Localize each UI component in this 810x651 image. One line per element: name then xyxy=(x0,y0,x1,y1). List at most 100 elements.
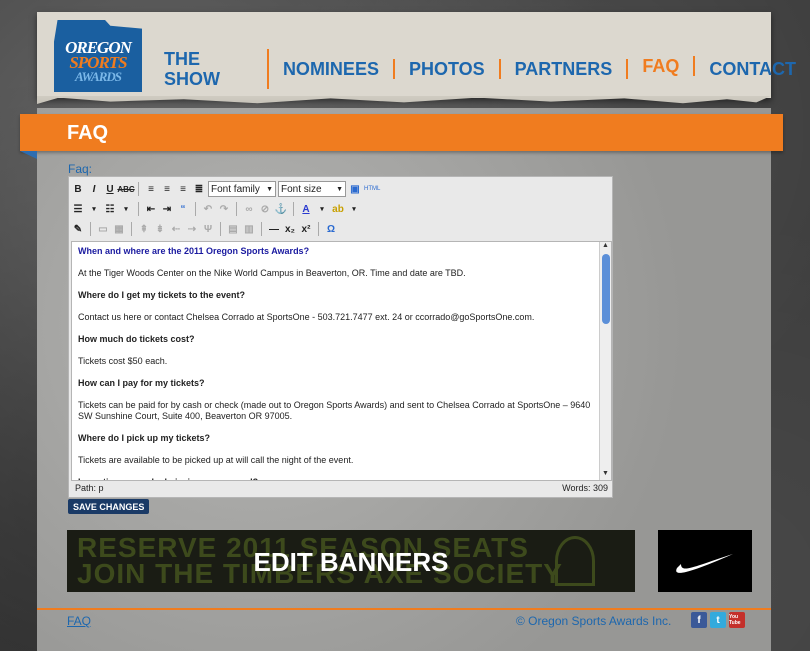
highlight-color-icon[interactable]: ab xyxy=(331,202,345,216)
redo-icon[interactable]: ↷ xyxy=(217,202,231,216)
social-links: f t You Tube xyxy=(691,612,745,628)
scroll-thumb[interactable] xyxy=(602,254,610,324)
align-center-icon[interactable]: ≡ xyxy=(160,182,174,196)
faq-answer: Tickets are available to be picked up at… xyxy=(78,455,354,465)
nike-swoosh-icon xyxy=(676,554,733,573)
strikethrough-icon[interactable]: ABC xyxy=(117,182,134,196)
editor-content-area[interactable]: When and where are the 2011 Oregon Sport… xyxy=(71,241,612,481)
faq-field-label: Faq: xyxy=(68,162,93,176)
nike-sponsor-logo[interactable] xyxy=(658,530,752,592)
toolbar-row-3: ✎ ▭ ▦ ⇞ ⇟ ⇠ ⇢ Ψ ▤ ▥ — x₂ x² Ω xyxy=(71,220,338,238)
nav-contact[interactable]: CONTACT xyxy=(695,59,810,79)
toolbar-separator xyxy=(138,202,139,216)
numbered-list-icon[interactable]: ☷ xyxy=(103,202,117,216)
align-right-icon[interactable]: ≡ xyxy=(176,182,190,196)
bullet-list-icon[interactable]: ☰ xyxy=(71,202,85,216)
copyright-text: © Oregon Sports Awards Inc. xyxy=(516,614,672,628)
row-before-icon[interactable]: ⇞ xyxy=(137,222,151,236)
faq-question: How much do tickets cost? xyxy=(78,334,195,344)
faq-answer: Tickets cost $50 each. xyxy=(78,356,168,366)
row-after-icon[interactable]: ⇟ xyxy=(153,222,167,236)
horizontal-rule-icon[interactable]: — xyxy=(267,222,281,236)
footer-divider xyxy=(37,608,771,610)
toolbar-separator xyxy=(131,222,132,236)
faq-question: How can I pay for my tickets? xyxy=(78,378,205,388)
anchor-icon[interactable]: ⚓ xyxy=(274,202,288,216)
html-label[interactable]: HTML xyxy=(364,186,380,192)
faq-question: When and where are the 2011 Oregon Sport… xyxy=(78,246,310,256)
youtube-icon[interactable]: You Tube xyxy=(729,612,745,628)
toolbar-separator xyxy=(195,202,196,216)
align-justify-icon[interactable]: ≣ xyxy=(192,182,206,196)
indent-icon[interactable]: ⇥ xyxy=(160,202,174,216)
editor-status-bar: Path: p Words: 309 xyxy=(71,483,612,497)
nav-the-show[interactable]: THE SHOW xyxy=(150,49,269,89)
italic-icon[interactable]: I xyxy=(87,182,101,196)
logo-line-3: AWARDS xyxy=(74,69,122,84)
word-count: Words: 309 xyxy=(562,483,608,493)
insert-image-icon[interactable]: ▭ xyxy=(96,222,110,236)
bold-icon[interactable]: B xyxy=(71,182,85,196)
align-left-icon[interactable]: ≡ xyxy=(144,182,158,196)
undo-icon[interactable]: ↶ xyxy=(201,202,215,216)
font-family-select[interactable]: Font family ▼ xyxy=(208,181,276,197)
toolbar-separator xyxy=(236,202,237,216)
page-title: FAQ xyxy=(67,122,109,144)
twitter-icon[interactable]: t xyxy=(710,612,726,628)
scroll-down-icon[interactable]: ▼ xyxy=(600,470,611,480)
faq-answer: Contact us here or contact Chelsea Corra… xyxy=(78,312,535,322)
superscript-icon[interactable]: x² xyxy=(299,222,313,236)
footer-faq-link[interactable]: FAQ xyxy=(67,614,91,628)
toolbar-separator xyxy=(318,222,319,236)
col-after-icon[interactable]: ⇢ xyxy=(185,222,199,236)
special-char-icon[interactable]: Ω xyxy=(324,222,338,236)
edit-banners-overlay[interactable]: EDIT BANNERS xyxy=(67,547,635,578)
toolbar-separator xyxy=(293,202,294,216)
col-before-icon[interactable]: ⇠ xyxy=(169,222,183,236)
save-changes-button[interactable]: SAVE CHANGES xyxy=(68,499,150,514)
page-title-banner: FAQ xyxy=(20,114,783,151)
delete-col-icon[interactable]: Ψ xyxy=(201,222,215,236)
facebook-icon[interactable]: f xyxy=(691,612,707,628)
faq-question: Where do I pick up my tickets? xyxy=(78,433,211,443)
subscript-icon[interactable]: x₂ xyxy=(283,222,297,236)
faq-content: When and where are the 2011 Oregon Sport… xyxy=(72,242,611,480)
chevron-down-icon[interactable]: ▾ xyxy=(347,202,361,216)
outdent-icon[interactable]: ⇤ xyxy=(144,202,158,216)
font-size-value: Font size xyxy=(281,183,322,195)
unlink-icon[interactable]: ⊘ xyxy=(258,202,272,216)
toolbar-separator xyxy=(220,222,221,236)
chevron-down-icon[interactable]: ▾ xyxy=(119,202,133,216)
editor-scrollbar[interactable]: ▲ ▼ xyxy=(599,242,611,480)
table-icon[interactable]: ▦ xyxy=(112,222,126,236)
editor-path: Path: p xyxy=(75,483,104,493)
scroll-up-icon[interactable]: ▲ xyxy=(600,242,611,252)
faq-answer: Tickets can be paid for by cash or check… xyxy=(78,400,591,421)
edit-css-icon[interactable]: ✎ xyxy=(71,222,85,236)
main-nav: THE SHOW NOMINEES PHOTOS PARTNERS FAQ CO… xyxy=(150,49,810,89)
nav-nominees[interactable]: NOMINEES xyxy=(269,59,395,79)
toolbar-row-1: B I U ABC ≡ ≡ ≡ ≣ Font family ▼ Font size… xyxy=(71,180,380,198)
chevron-down-icon[interactable]: ▾ xyxy=(315,202,329,216)
faq-question: Where do I get my tickets to the event? xyxy=(78,290,246,300)
split-cells-icon[interactable]: ▥ xyxy=(242,222,256,236)
toolbar-row-2: ☰ ▾ ☷ ▾ ⇤ ⇥ “ ↶ ↷ ∞ ⊘ ⚓ A ▾ ab ▾ xyxy=(71,200,361,218)
faq-answer: At the Tiger Woods Center on the Nike Wo… xyxy=(78,268,466,278)
chevron-down-icon: ▼ xyxy=(266,185,273,193)
underline-icon[interactable]: U xyxy=(103,182,117,196)
chevron-down-icon[interactable]: ▾ xyxy=(87,202,101,216)
nav-photos[interactable]: PHOTOS xyxy=(395,59,501,79)
merge-cells-icon[interactable]: ▤ xyxy=(226,222,240,236)
nav-partners[interactable]: PARTNERS xyxy=(501,59,629,79)
site-logo[interactable]: OREGON SPORTS AWARDS xyxy=(54,20,142,92)
link-icon[interactable]: ∞ xyxy=(242,202,256,216)
html-source-icon[interactable]: ▣ xyxy=(348,182,362,196)
rich-text-editor: B I U ABC ≡ ≡ ≡ ≣ Font family ▼ Font size… xyxy=(68,176,613,498)
font-size-select[interactable]: Font size ▼ xyxy=(278,181,346,197)
nav-faq[interactable]: FAQ xyxy=(628,56,696,76)
partner-ad-banner[interactable]: RESERVE 2011 SEASON SEATS JOIN THE TIMBE… xyxy=(67,530,635,592)
toolbar-separator xyxy=(261,222,262,236)
text-color-icon[interactable]: A xyxy=(299,202,313,216)
chevron-down-icon: ▼ xyxy=(336,185,343,193)
blockquote-icon[interactable]: “ xyxy=(176,202,190,216)
